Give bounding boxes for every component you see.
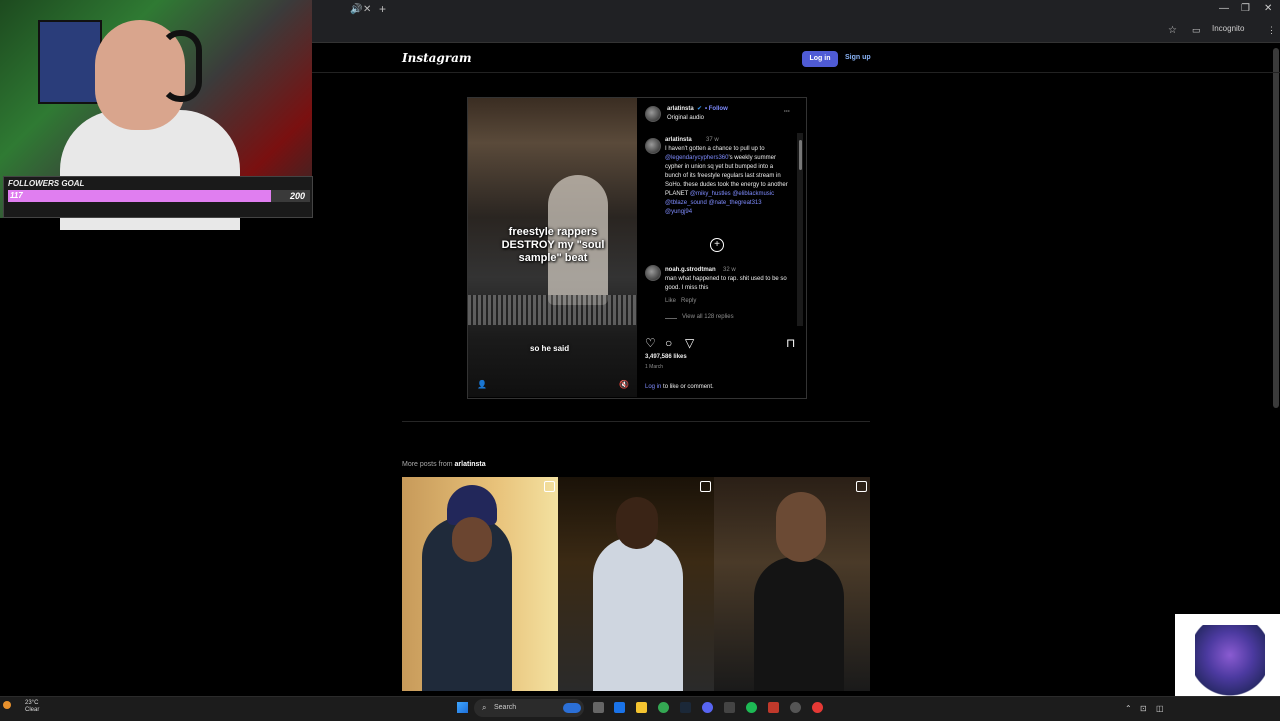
volume-icon[interactable]: ◫ [1156, 704, 1164, 713]
file-explorer-icon[interactable] [636, 702, 647, 713]
thumbnail-person [593, 537, 683, 691]
comment-reply[interactable]: Reply [681, 297, 696, 306]
mute-icon[interactable]: 🔇 [619, 380, 629, 389]
wall-poster [38, 20, 102, 104]
restore-icon[interactable]: ❐ [1241, 3, 1250, 14]
caption-text-1: I haven't gotten a chance to pull up to [665, 146, 765, 152]
comment-text: man what happened to rap. shit used to b… [665, 276, 787, 291]
share-icon[interactable]: ▽ [685, 337, 694, 349]
goal-bar-fill [8, 190, 271, 202]
post-date: 1 March [645, 364, 664, 370]
tab-close-icon[interactable]: ✕ [363, 4, 371, 16]
section-divider [402, 421, 870, 422]
browser-menu-icon[interactable]: ⋮ [1267, 25, 1276, 36]
thumbnail-face [452, 517, 492, 562]
new-tab-icon[interactable]: + [379, 3, 386, 15]
more-post-thumbnail-2[interactable] [558, 477, 714, 691]
load-more-comments-icon[interactable]: + [710, 238, 724, 252]
record-icon[interactable] [812, 702, 823, 713]
incognito-label: Incognito [1212, 24, 1245, 33]
app-icon[interactable] [768, 702, 779, 713]
signup-link[interactable]: Sign up [845, 54, 871, 61]
goal-label: FOLLOWERS GOAL [8, 179, 85, 188]
audio-label[interactable]: Original audio [667, 114, 704, 123]
chrome-icon[interactable] [658, 702, 669, 713]
bookmark-star-icon[interactable]: ☆ [1168, 25, 1177, 36]
login-button[interactable]: Log in [802, 51, 838, 67]
search-label: Search [494, 704, 517, 711]
comments-scroll-thumb[interactable] [799, 140, 802, 170]
tray-chevron-icon[interactable]: ⌃ [1125, 704, 1132, 713]
steam-icon[interactable] [680, 702, 691, 713]
header-divider [312, 72, 1280, 73]
weather-icon[interactable] [3, 701, 11, 709]
mascot-art [1195, 625, 1265, 700]
cast-icon[interactable]: ▭ [1192, 25, 1201, 36]
comment-icon[interactable]: ○ [665, 337, 672, 349]
network-icon[interactable]: ⊡ [1140, 704, 1147, 713]
copilot-icon[interactable] [563, 703, 581, 713]
replies-line [665, 318, 677, 319]
thumbnail-face [616, 497, 658, 549]
weather-desc: Clear [25, 707, 40, 713]
login-prompt: Log in to like or comment. [645, 383, 714, 392]
login-suffix: to like or comment. [663, 384, 714, 390]
more-post-thumbnail-1[interactable] [402, 477, 558, 691]
obs-icon[interactable] [790, 702, 801, 713]
video-keyboard [468, 295, 637, 325]
outlook-icon[interactable] [614, 702, 625, 713]
audio-playing-icon: 🔊 [350, 4, 363, 15]
comment-like[interactable]: Like [665, 297, 676, 306]
follow-link[interactable]: • Follow [705, 105, 728, 114]
caption-time: 37 w [706, 137, 719, 143]
weather-temp: 23°C [25, 700, 39, 706]
goal-current: 117 [10, 191, 23, 200]
comment-username[interactable]: noah.g.strodtman [665, 266, 716, 275]
reel-icon [856, 481, 867, 492]
spotify-icon[interactable] [746, 702, 757, 713]
task-view-icon[interactable] [593, 702, 604, 713]
address-bar[interactable] [312, 20, 1280, 43]
goal-target: 200 [290, 191, 306, 201]
caption-mention-1[interactable]: @legendarycyphers360 [665, 155, 728, 161]
caption-avatar[interactable] [645, 138, 661, 154]
commenter-avatar[interactable] [645, 265, 661, 281]
minimize-icon[interactable]: — [1219, 3, 1229, 14]
page-scrollbar[interactable] [1273, 48, 1279, 408]
caption-username[interactable]: arlatinsta [665, 136, 692, 145]
like-heart-icon[interactable]: ♡ [645, 337, 656, 349]
login-link[interactable]: Log in [645, 384, 661, 390]
discord-icon[interactable] [702, 702, 713, 713]
view-replies-link[interactable]: View all 128 replies [682, 313, 734, 322]
post-caption: I haven't gotten a chance to pull up to … [665, 145, 790, 217]
headset [160, 30, 202, 102]
weather-widget[interactable]: 23°C Clear [25, 700, 39, 714]
avatar[interactable] [645, 106, 661, 122]
reel-icon [700, 481, 711, 492]
more-posts-heading: More posts from arlatinsta [402, 461, 486, 468]
search-icon: ⌕ [482, 703, 487, 712]
more-post-thumbnail-3[interactable] [714, 477, 870, 691]
profile-tag-icon[interactable]: 👤 [477, 380, 487, 389]
save-bookmark-icon[interactable]: ⊓ [786, 337, 795, 349]
close-window-icon[interactable]: ✕ [1264, 3, 1272, 14]
terminal-icon[interactable] [724, 702, 735, 713]
instagram-logo[interactable]: Instagram [402, 51, 472, 65]
more-posts-prefix: More posts from [402, 461, 453, 468]
post-username[interactable]: arlatinsta [667, 105, 694, 114]
comment-time: 32 w [723, 267, 736, 273]
thumbnail-face [776, 492, 826, 562]
more-posts-username[interactable]: arlatinsta [455, 461, 486, 468]
browser-tab-bar [312, 0, 1280, 20]
reel-icon [544, 481, 555, 492]
more-options-icon[interactable]: ··· [784, 108, 790, 117]
video-subtitle: so he said [530, 344, 570, 353]
video-caption: freestyle rappers DESTROY my "soul sampl… [501, 226, 605, 264]
likes-count[interactable]: 3,497,586 likes [645, 353, 687, 362]
start-button-icon[interactable] [457, 702, 468, 713]
verified-icon: ✔ [697, 106, 703, 112]
thumbnail-person [754, 557, 844, 691]
